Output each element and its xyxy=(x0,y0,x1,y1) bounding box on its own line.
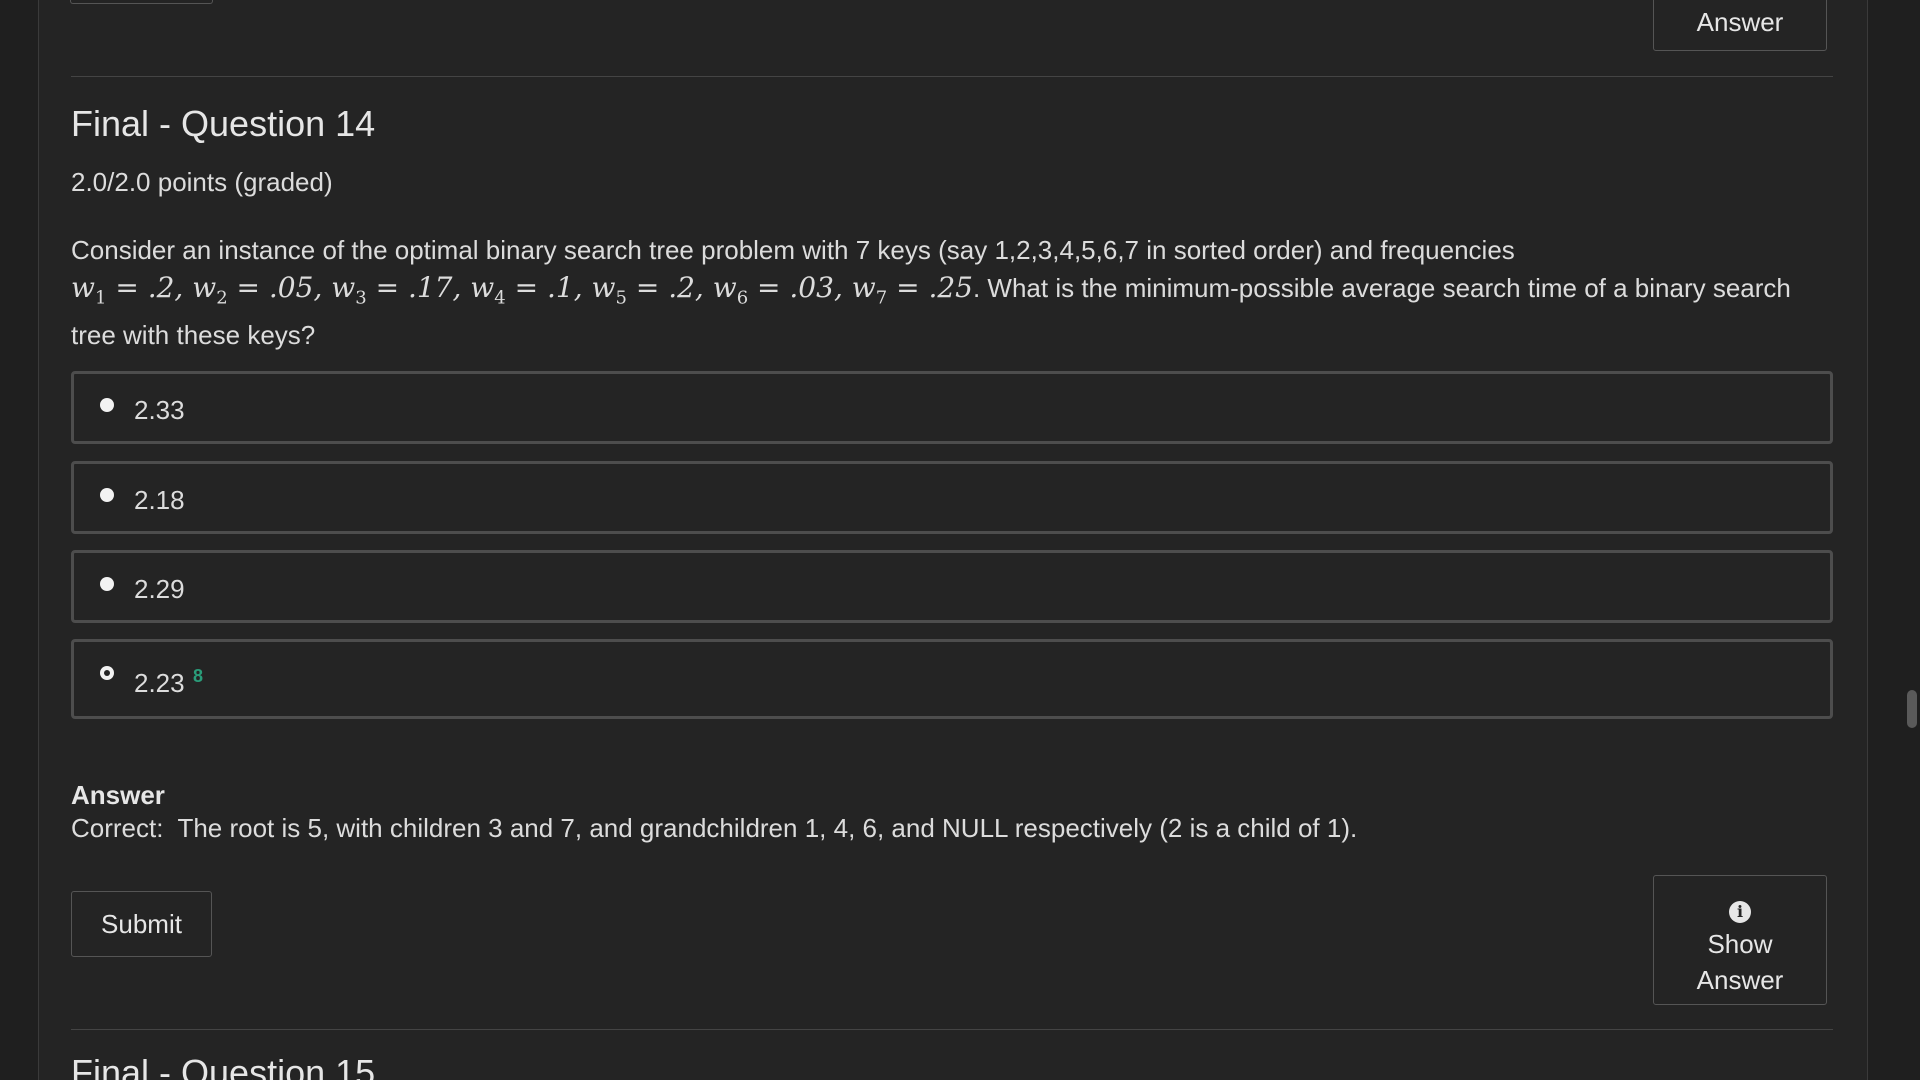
question-text: Consider an instance of the optimal bina… xyxy=(71,232,1841,354)
content-panel xyxy=(38,0,1868,1080)
divider xyxy=(71,1029,1833,1030)
weight-6: w6 = .03 xyxy=(712,271,834,309)
info-icon: i xyxy=(1729,901,1751,923)
weights-formula: w1 = .2, w2 = .05, w3 = .17, w4 = .1, w5… xyxy=(71,271,973,309)
answer-explanation: Correct: The root is 5, with children 3 … xyxy=(71,813,1358,843)
weight-1: w1 = .2 xyxy=(71,271,175,309)
radio-button[interactable] xyxy=(100,577,114,591)
scrollbar-track[interactable] xyxy=(1904,0,1920,1080)
choice-option-2[interactable]: 2.18 xyxy=(71,461,1833,534)
choice-label: 2.18 xyxy=(134,485,185,515)
question-intro: Consider an instance of the optimal bina… xyxy=(71,235,1515,265)
divider xyxy=(71,76,1833,77)
question-title: Final - Question 14 xyxy=(71,103,376,144)
page: Answer Final - Question 14 2.0/2.0 point… xyxy=(0,0,1920,1080)
weight-4: w4 = .1 xyxy=(470,271,574,309)
scrollbar-thumb[interactable] xyxy=(1907,690,1917,728)
previous-show-answer-label: Answer xyxy=(1696,7,1784,37)
answer-heading: Answer xyxy=(71,780,165,810)
submit-label: Submit xyxy=(101,909,182,939)
choice-label: 2.29 xyxy=(134,574,185,604)
choice-option-4[interactable]: 2.23 8 xyxy=(71,639,1833,719)
previous-submit-button[interactable] xyxy=(70,0,213,4)
submit-button[interactable]: Submit xyxy=(71,891,212,957)
weight-7: w7 = .25 xyxy=(851,271,973,309)
question-score: 2.0/2.0 points (graded) xyxy=(71,167,333,197)
weight-2: w2 = .05 xyxy=(192,271,314,309)
weight-5: w5 = .2 xyxy=(591,271,695,309)
choice-option-1[interactable]: 2.33 xyxy=(71,371,1833,444)
choice-label: 2.23 xyxy=(134,668,185,698)
show-answer-label-line1: Show xyxy=(1707,929,1773,959)
choice-option-3[interactable]: 2.29 xyxy=(71,550,1833,623)
weight-3: w3 = .17 xyxy=(331,271,453,309)
radio-button-selected[interactable] xyxy=(100,666,114,680)
next-question-title: Final - Question 15 xyxy=(71,1052,376,1080)
previous-show-answer-button[interactable]: Answer xyxy=(1653,0,1827,51)
radio-button[interactable] xyxy=(100,488,114,502)
correct-check-icon: 8 xyxy=(193,666,204,686)
show-answer-label-line2: Answer xyxy=(1696,965,1784,995)
radio-button[interactable] xyxy=(100,398,114,412)
show-answer-button[interactable]: i Show Answer xyxy=(1653,875,1827,1005)
choice-label: 2.33 xyxy=(134,395,185,425)
